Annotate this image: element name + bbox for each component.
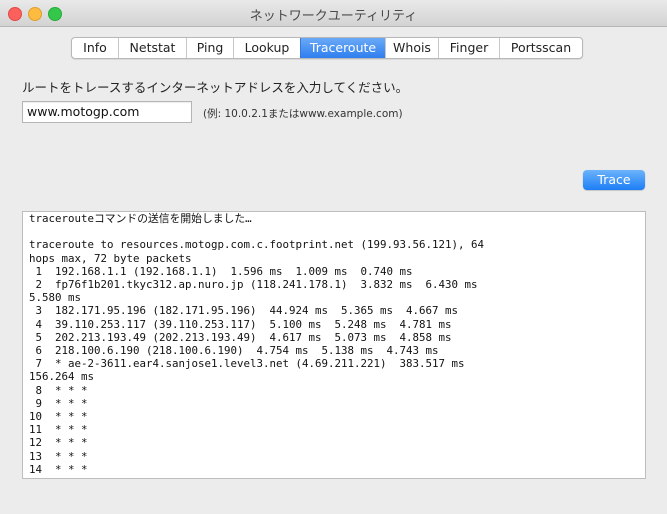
- tab-info[interactable]: Info: [72, 38, 118, 58]
- output-line: 13 * * *: [29, 449, 88, 463]
- trace-button[interactable]: Trace: [583, 170, 645, 190]
- output-line: 8 * * *: [29, 383, 88, 397]
- tab-bar: Info Netstat Ping Lookup Traceroute Whoi…: [71, 37, 583, 59]
- tab-whois[interactable]: Whois: [385, 38, 438, 58]
- output-line: 3 182.171.95.196 (182.171.95.196) 44.924…: [29, 304, 459, 318]
- tab-finger[interactable]: Finger: [438, 38, 499, 58]
- output-line: 12 * * *: [29, 436, 88, 450]
- tab-portscan[interactable]: Portsscan: [499, 38, 582, 58]
- output-line: 5 202.213.193.49 (202.213.193.49) 4.617 …: [29, 330, 452, 344]
- address-example-hint: (例: 10.0.2.1またはwww.example.com): [203, 108, 403, 120]
- window-content: Info Netstat Ping Lookup Traceroute Whoi…: [0, 27, 667, 514]
- output-line: tracerouteコマンドの送信を開始しました…: [29, 212, 252, 225]
- output-line: 2 fp76f1b201.tkyc312.ap.nuro.jp (118.241…: [29, 278, 478, 292]
- network-utility-window: ネットワークユーティリティ Info Netstat Ping Lookup T…: [0, 0, 667, 514]
- output-line: 6 218.100.6.190 (218.100.6.190) 4.754 ms…: [29, 344, 439, 358]
- traceroute-output-text: tracerouteコマンドの送信を開始しました… traceroute to …: [23, 212, 645, 476]
- output-line: 10 * * *: [29, 410, 88, 424]
- tab-traceroute[interactable]: Traceroute: [300, 38, 385, 58]
- output-line: traceroute to resources.motogp.com.c.foo…: [29, 238, 485, 252]
- tab-netstat[interactable]: Netstat: [118, 38, 186, 58]
- window-title: ネットワークユーティリティ: [249, 9, 418, 24]
- output-line: 14 * * *: [29, 462, 88, 476]
- output-line: 7 * ae-2-3611.ear4.sanjose1.level3.net (…: [29, 357, 465, 371]
- traceroute-output-area[interactable]: tracerouteコマンドの送信を開始しました… traceroute to …: [22, 211, 646, 479]
- output-line: 5.580 ms: [29, 291, 82, 305]
- output-line: 11 * * *: [29, 423, 88, 437]
- output-line: 9 * * *: [29, 396, 88, 410]
- address-prompt-label: ルートをトレースするインターネットアドレスを入力してください。: [22, 80, 409, 95]
- output-line: 4 39.110.253.117 (39.110.253.117) 5.100 …: [29, 317, 452, 331]
- tab-lookup[interactable]: Lookup: [233, 38, 300, 58]
- address-input[interactable]: [22, 101, 192, 123]
- output-line: 1 192.168.1.1 (192.168.1.1) 1.596 ms 1.0…: [29, 264, 413, 278]
- title-bar[interactable]: ネットワークユーティリティ: [0, 0, 667, 27]
- tab-ping[interactable]: Ping: [186, 38, 233, 58]
- output-line: 156.264 ms: [29, 370, 95, 384]
- output-line: hops max, 72 byte packets: [29, 251, 192, 265]
